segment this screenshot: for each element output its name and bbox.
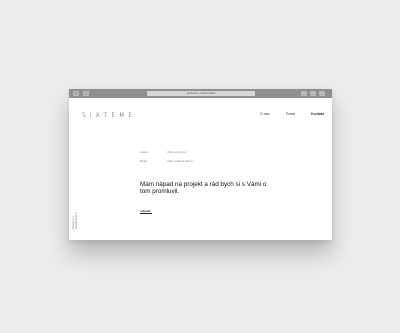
browser-window: sixteme.cz/kontakt SIXTEME O nás Práce K… bbox=[69, 89, 332, 240]
tabs-button[interactable] bbox=[310, 91, 316, 96]
site-logo[interactable]: SIXTEME bbox=[82, 112, 136, 119]
nav-item-o-nas[interactable]: O nás bbox=[260, 112, 269, 116]
message-textarea[interactable]: Mám nápad na projekt a rád bych si s Vám… bbox=[140, 181, 270, 195]
browser-toolbar: sixteme.cz/kontakt bbox=[69, 89, 332, 98]
forward-button[interactable] bbox=[83, 91, 89, 96]
back-button[interactable] bbox=[73, 91, 79, 96]
company-email[interactable]: info@sixteme.cz bbox=[76, 212, 79, 229]
share-button[interactable] bbox=[301, 91, 307, 96]
name-label: Jméno bbox=[140, 151, 148, 154]
email-input[interactable]: Váše emailová adresa bbox=[167, 160, 193, 163]
email-label: Email bbox=[140, 160, 147, 163]
new-tab-button[interactable] bbox=[319, 91, 325, 96]
address-bar[interactable]: sixteme.cz/kontakt bbox=[147, 91, 255, 96]
chevron-left-icon bbox=[74, 92, 77, 95]
company-info: Sixteme s.r.o. info@sixteme.cz bbox=[73, 212, 79, 229]
chevron-right-icon bbox=[85, 92, 88, 95]
submit-underline bbox=[140, 213, 152, 214]
nav-item-prace[interactable]: Práce bbox=[286, 112, 295, 116]
name-input[interactable]: Vaše celé jméno bbox=[167, 151, 186, 154]
nav-item-kontakt[interactable]: Kontakt bbox=[311, 112, 324, 116]
